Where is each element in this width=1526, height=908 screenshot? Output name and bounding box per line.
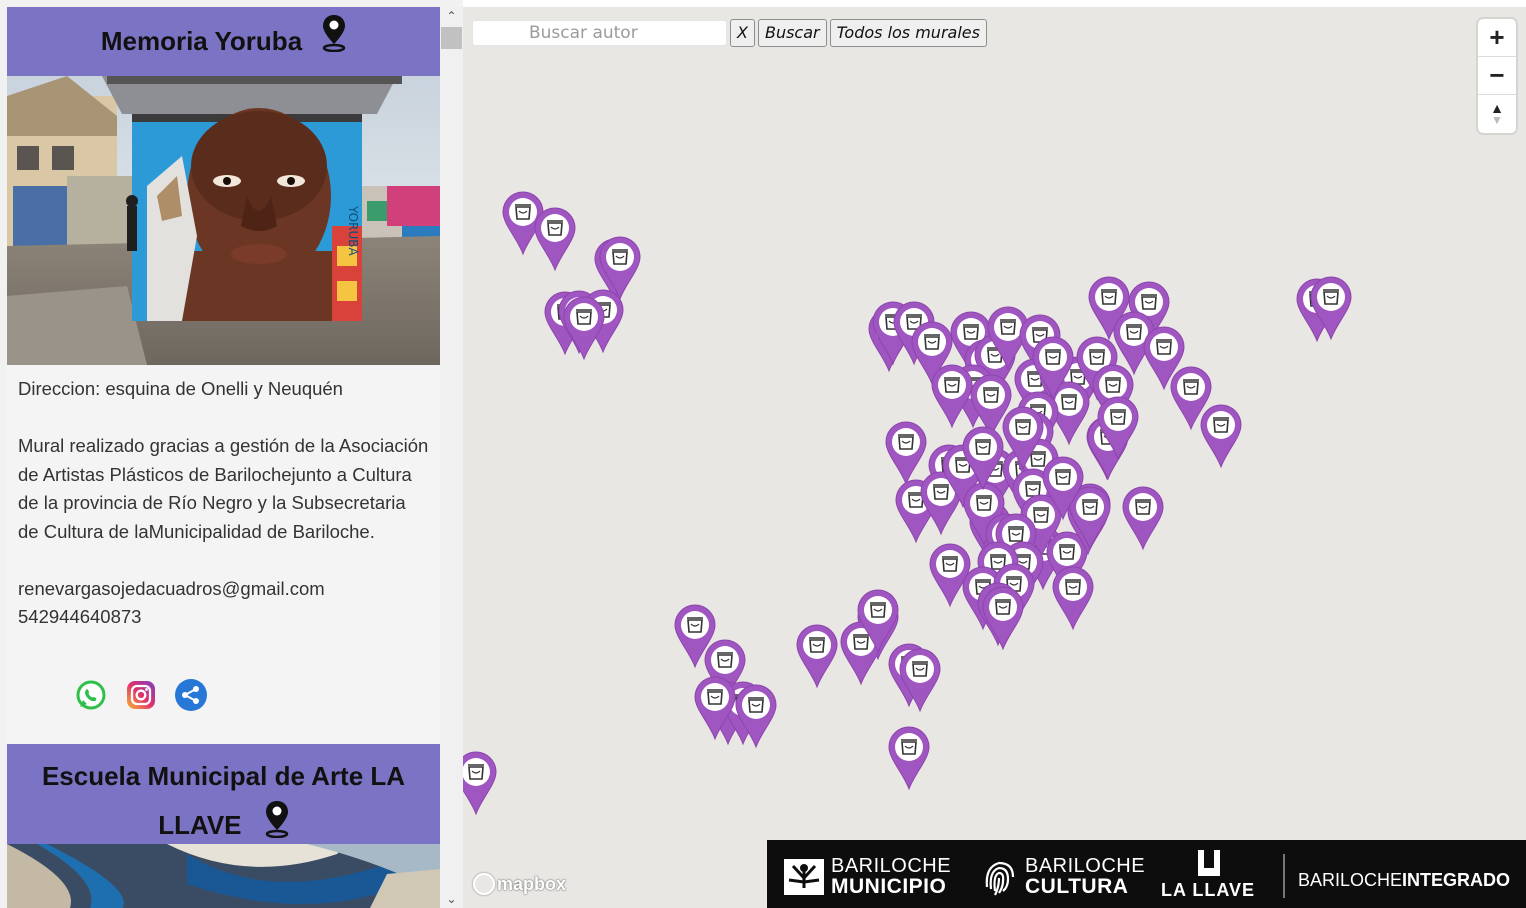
bariloche-municipio-logo[interactable]: BARILOCHE MUNICIPIO [783,856,951,898]
mural-marker[interactable] [563,296,605,361]
mural-marker[interactable] [899,648,941,713]
integrado-part2: INTEGRADO [1402,870,1511,890]
mural-marker[interactable] [888,726,930,791]
sidebar-scrollbar[interactable]: ⌃ ⌄ [440,7,463,908]
mural-card-header[interactable]: Memoria Yoruba [7,7,440,76]
mural-email[interactable]: renevargasojedacuadros@gmail.com [18,575,429,604]
mural-marker[interactable] [1122,486,1164,551]
key-icon [1198,850,1220,876]
mural-marker[interactable] [1200,404,1242,469]
mural-list[interactable]: Memoria Yoruba YORUBA Direccion: esquina… [7,7,440,908]
mural-marker[interactable] [463,751,497,816]
zoom-in-button[interactable]: + [1478,19,1516,57]
mapbox-logo[interactable]: mapbox [473,873,566,895]
municipio-line2: MUNICIPIO [831,875,947,898]
mural-photo[interactable] [7,844,440,908]
bariloche-cultura-logo[interactable]: BARILOCHE CULTURA [981,856,1145,898]
mural-title: Memoria Yoruba [100,26,303,56]
instagram-icon[interactable] [125,679,157,711]
integrado-part1: BARILOCHE [1298,870,1403,890]
divider [1283,854,1285,898]
mural-title: Escuela Municipal de Arte LA LLAVE [41,761,406,840]
mural-phone[interactable]: 542944640873 [18,603,429,632]
mural-marker[interactable] [929,543,971,608]
mapbox-wordmark: mapbox [497,873,567,894]
municipio-line1: BARILOCHE [831,855,952,877]
flower-icon [784,859,824,895]
partner-logos-bar: BARILOCHE MUNICIPIO BARILOCHE CULTURA LA… [767,840,1526,908]
la-llave-logo[interactable]: LA LLAVE [1161,848,1255,901]
mural-address: Direccion: esquina de Onelli y Neuquén [18,378,343,399]
search-bar: X Buscar Todos los murales [472,19,987,47]
scroll-thumb[interactable] [441,27,462,49]
clear-search-button[interactable]: X [730,19,755,47]
all-murals-button[interactable]: Todos los murales [829,19,987,47]
cultura-line1: BARILOCHE [1025,855,1146,877]
share-icon[interactable] [175,679,207,711]
sidebar: Memoria Yoruba YORUBA Direccion: esquina… [0,0,463,908]
mural-marker[interactable] [931,364,973,429]
mural-card: Memoria Yoruba YORUBA Direccion: esquina… [7,7,440,744]
location-pin-icon[interactable] [322,14,346,59]
mural-card-header[interactable]: Escuela Municipal de Arte LA LLAVE [7,744,440,844]
social-links [75,679,207,711]
fingerprint-icon [985,861,1015,896]
mural-marker[interactable] [982,586,1024,651]
scroll-up-icon[interactable]: ⌃ [440,7,463,25]
author-search-input[interactable] [472,20,727,46]
mural-card-body: Direccion: esquina de Onelli y Neuquén M… [7,365,440,744]
scroll-down-icon[interactable]: ⌄ [440,890,463,908]
mural-marker[interactable] [796,624,838,689]
la-llave-text: LA LLAVE [1161,880,1255,900]
mural-card: Escuela Municipal de Arte LA LLAVE [7,744,440,908]
marker-layer [463,191,1352,816]
search-button[interactable]: Buscar [757,19,827,47]
svg-text:YORUBA: YORUBA [346,205,360,256]
cultura-line2: CULTURA [1025,875,1129,898]
mural-description: Mural realizado gracias a gestión de la … [18,435,429,542]
app-root: Memoria Yoruba YORUBA Direccion: esquina… [0,0,1526,908]
mural-marker[interactable] [1052,566,1094,631]
map-canvas[interactable]: X Buscar Todos los murales + − ▲ ▼ mapbo… [463,7,1526,908]
mural-marker[interactable] [885,421,927,486]
zoom-out-button[interactable]: − [1478,57,1516,95]
map-navigation-control: + − ▲ ▼ [1478,19,1516,133]
mural-photo[interactable]: YORUBA [7,76,440,365]
compass-button[interactable]: ▲ ▼ [1478,95,1516,133]
bariloche-integrado-logo[interactable]: BARILOCHE INTEGRADO [1298,870,1510,891]
whatsapp-icon[interactable] [75,679,107,711]
mapbox-icon [473,873,495,895]
mural-marker[interactable] [534,207,576,272]
